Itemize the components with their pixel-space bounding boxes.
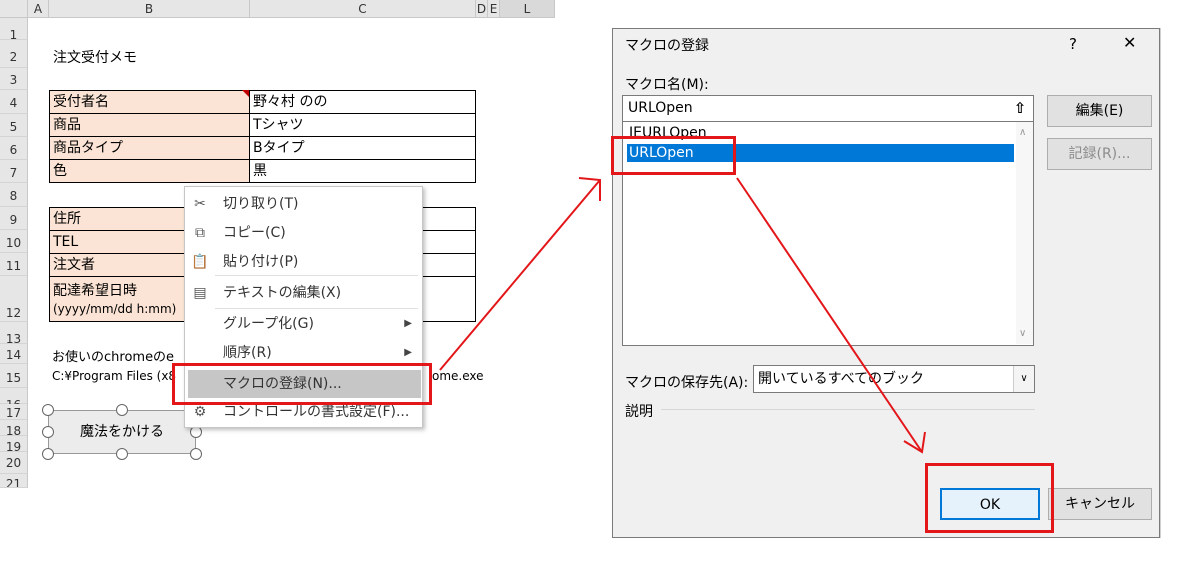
annotation-arrows: [439, 177, 926, 454]
